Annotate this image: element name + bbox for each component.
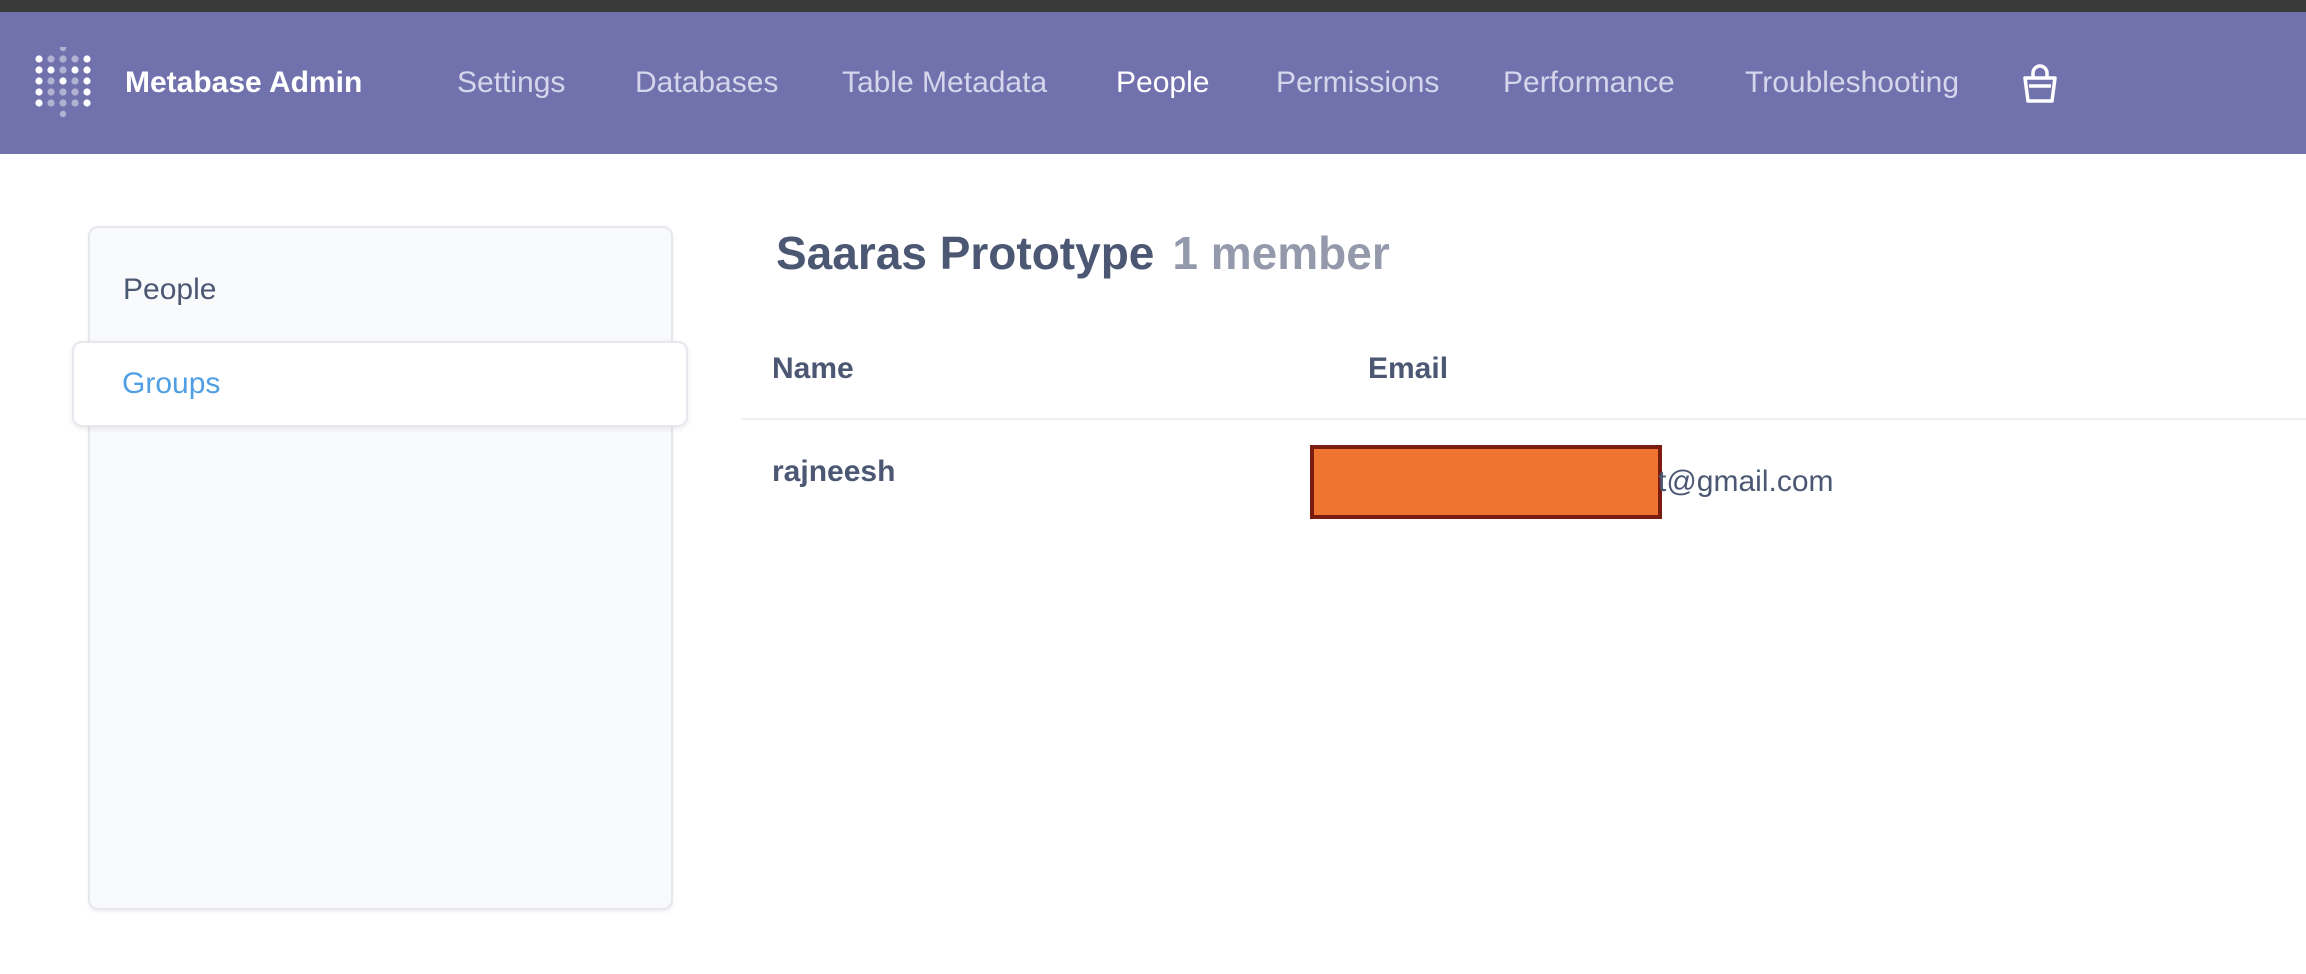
metabase-logo-icon[interactable] <box>34 47 92 117</box>
nav-item-databases[interactable]: Databases <box>635 12 778 154</box>
admin-people-sidebar: People <box>88 226 673 910</box>
email-redaction-box <box>1310 445 1662 519</box>
shopping-bag-icon[interactable] <box>2022 64 2058 104</box>
group-heading: Saaras Prototype 1 member <box>776 226 1390 280</box>
group-member-count: 1 member <box>1172 227 1390 279</box>
sidebar-item-groups[interactable]: Groups <box>72 341 688 427</box>
nav-item-permissions[interactable]: Permissions <box>1276 12 1439 154</box>
sidebar-item-people[interactable]: People <box>123 273 216 307</box>
window-top-strip <box>0 0 2306 12</box>
nav-item-performance[interactable]: Performance <box>1503 12 1675 154</box>
column-header-name: Name <box>772 352 854 385</box>
member-email-cell: t@gmail.com <box>1310 445 1834 519</box>
nav-item-settings[interactable]: Settings <box>457 12 565 154</box>
admin-navbar: Metabase Admin Settings Databases Table … <box>0 12 2306 154</box>
nav-item-troubleshooting[interactable]: Troubleshooting <box>1745 12 1959 154</box>
group-name: Saaras Prototype <box>776 227 1155 279</box>
admin-brand-title: Metabase Admin <box>125 66 363 99</box>
nav-item-people[interactable]: People <box>1116 12 1209 154</box>
column-header-email: Email <box>1368 352 1449 385</box>
member-name-cell: rajneesh <box>772 455 896 488</box>
table-header-divider <box>741 418 2306 420</box>
member-email-text: t@gmail.com <box>1658 465 1834 498</box>
nav-item-table-metadata[interactable]: Table Metadata <box>842 12 1047 154</box>
